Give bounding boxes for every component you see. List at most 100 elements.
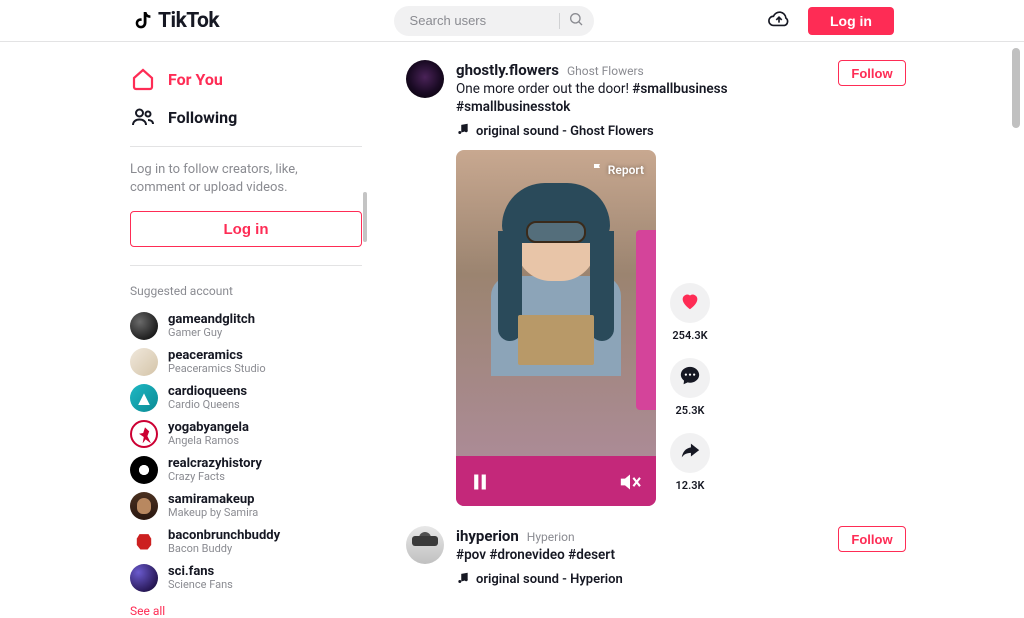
account-text: gameandglitchGamer Guy: [168, 313, 255, 339]
avatar: [130, 348, 158, 376]
login-prompt: Log in to follow creators, like, comment…: [130, 161, 340, 197]
login-button-sidebar[interactable]: Log in: [130, 211, 362, 247]
search-divider: [559, 13, 560, 29]
account-text: sci.fansScience Fans: [168, 565, 233, 591]
comment-icon: [679, 365, 701, 391]
account-username: yogabyangela: [168, 421, 249, 435]
account-display: Science Fans: [168, 579, 233, 591]
mute-icon[interactable]: [618, 472, 642, 492]
account-display: Angela Ramos: [168, 435, 249, 447]
post: ghostly.flowers Ghost Flowers One more o…: [406, 60, 906, 506]
sound-name: original sound - Ghost Flowers: [476, 124, 654, 139]
account-text: peaceramicsPeaceramics Studio: [168, 349, 266, 375]
post: ihyperion Hyperion #pov #dronevideo #des…: [406, 526, 906, 588]
post-header: ghostly.flowers Ghost Flowers One more o…: [456, 60, 828, 140]
post-avatar[interactable]: [406, 526, 444, 564]
feed: ghostly.flowers Ghost Flowers One more o…: [370, 42, 1024, 618]
suggested-account[interactable]: sci.fansScience Fans: [130, 560, 362, 596]
suggested-account[interactable]: yogabyangelaAngela Ramos: [130, 416, 362, 452]
post-display-name: Ghost Flowers: [567, 64, 644, 78]
sidebar-scrollbar[interactable]: [363, 192, 367, 242]
post-username[interactable]: ghostly.flowers: [456, 61, 559, 79]
logo[interactable]: TikTok: [130, 9, 219, 33]
share-icon: [679, 440, 701, 466]
account-text: realcrazyhistoryCrazy Facts: [168, 457, 262, 483]
post-sound[interactable]: original sound - Ghost Flowers: [456, 122, 828, 140]
suggested-account[interactable]: baconbrunchbuddyBacon Buddy: [130, 524, 362, 560]
header: TikTok Log in: [0, 0, 1024, 42]
nav-for-you[interactable]: For You: [130, 60, 362, 98]
like-button[interactable]: [670, 283, 710, 323]
divider: [130, 146, 362, 147]
music-note-icon: [456, 571, 470, 589]
search-input[interactable]: [394, 6, 594, 36]
header-actions: Log in: [768, 7, 894, 35]
account-display: Gamer Guy: [168, 327, 255, 339]
post-header: ihyperion Hyperion #pov #dronevideo #des…: [456, 526, 828, 588]
hashtag[interactable]: #smallbusinesstok: [456, 99, 570, 115]
like-count: 254.3K: [670, 329, 710, 342]
upload-icon[interactable]: [768, 8, 790, 34]
share-button[interactable]: [670, 433, 710, 473]
hashtag[interactable]: #smallbusiness: [632, 81, 727, 97]
hashtag[interactable]: #dronevideo: [489, 547, 564, 563]
report-label: Report: [608, 163, 644, 177]
post-avatar[interactable]: [406, 60, 444, 98]
hashtag[interactable]: #pov: [456, 547, 486, 563]
suggested-account[interactable]: gameandglitchGamer Guy: [130, 308, 362, 344]
account-username: sci.fans: [168, 565, 233, 579]
avatar: [130, 420, 158, 448]
account-display: Cardio Queens: [168, 399, 247, 411]
post-username[interactable]: ihyperion: [456, 527, 519, 545]
suggested-account[interactable]: peaceramicsPeaceramics Studio: [130, 344, 362, 380]
post-sound[interactable]: original sound - Hyperion: [456, 571, 828, 589]
tiktok-logo-icon: [130, 9, 154, 33]
sound-name: original sound - Hyperion: [476, 572, 623, 587]
suggested-account[interactable]: samiramakeupMakeup by Samira: [130, 488, 362, 524]
account-text: yogabyangelaAngela Ramos: [168, 421, 249, 447]
post-caption: #pov #dronevideo #desert: [456, 546, 828, 564]
search-container: [394, 6, 594, 36]
avatar: [130, 492, 158, 520]
page-scrollbar[interactable]: [1012, 48, 1020, 128]
account-username: realcrazyhistory: [168, 457, 262, 471]
share-count: 12.3K: [670, 479, 710, 492]
account-username: cardioqueens: [168, 385, 247, 399]
suggested-list: gameandglitchGamer Guy peaceramicsPeacera…: [130, 308, 362, 596]
avatar: [130, 564, 158, 592]
sidebar: For You Following Log in to follow creat…: [130, 42, 370, 618]
see-all-link[interactable]: See all: [130, 604, 362, 618]
caption-text: One more order out the door!: [456, 81, 632, 97]
video-player[interactable]: Report: [456, 150, 656, 506]
search-button[interactable]: [566, 11, 586, 31]
account-username: peaceramics: [168, 349, 266, 363]
music-note-icon: [456, 122, 470, 140]
account-text: baconbrunchbuddyBacon Buddy: [168, 529, 280, 555]
nav-for-you-label: For You: [168, 70, 223, 89]
brand-text: TikTok: [158, 9, 219, 33]
avatar: [130, 528, 158, 556]
avatar: [130, 312, 158, 340]
flag-icon: [592, 162, 604, 177]
account-display: Crazy Facts: [168, 471, 262, 483]
search-icon: [568, 11, 584, 31]
nav-following-label: Following: [168, 108, 237, 127]
pause-icon[interactable]: [470, 472, 490, 492]
nav-following[interactable]: Following: [130, 98, 362, 136]
report-button[interactable]: Report: [592, 162, 644, 177]
account-display: Makeup by Samira: [168, 507, 258, 519]
login-button-header[interactable]: Log in: [808, 7, 894, 35]
suggested-account[interactable]: realcrazyhistoryCrazy Facts: [130, 452, 362, 488]
post-caption: One more order out the door! #smallbusin…: [456, 80, 828, 116]
divider: [130, 265, 362, 266]
comment-count: 25.3K: [670, 404, 710, 417]
suggested-account[interactable]: cardioqueensCardio Queens: [130, 380, 362, 416]
post-display-name: Hyperion: [527, 530, 575, 544]
comment-button[interactable]: [670, 358, 710, 398]
follow-button[interactable]: Follow: [838, 526, 906, 552]
follow-button[interactable]: Follow: [838, 60, 906, 86]
home-icon: [130, 66, 156, 92]
account-display: Bacon Buddy: [168, 543, 280, 555]
hashtag[interactable]: #desert: [568, 547, 615, 563]
account-username: samiramakeup: [168, 493, 258, 507]
